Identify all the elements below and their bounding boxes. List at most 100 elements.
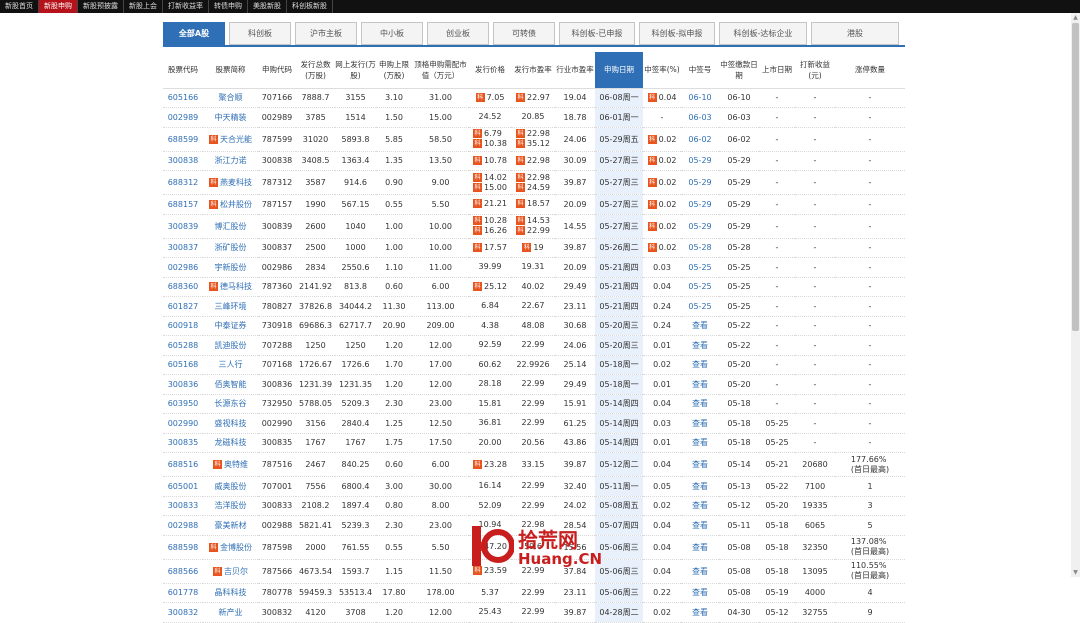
stock-code-link[interactable]: 002986 xyxy=(168,263,199,272)
win-number-link[interactable]: 查看 xyxy=(692,482,708,491)
stock-name-link[interactable]: 中泰证券 xyxy=(215,321,247,330)
stock-name-link[interactable]: 凯迪股份 xyxy=(215,341,247,350)
stock-code-link[interactable]: 605168 xyxy=(168,360,199,369)
stock-name-link[interactable]: 燕麦科技 xyxy=(220,178,252,187)
win-number-link[interactable]: 05-29 xyxy=(688,200,711,209)
top-nav-item[interactable]: 新股申购 xyxy=(39,0,78,13)
stock-code-link[interactable]: 605288 xyxy=(168,341,199,350)
scroll-down-arrow-icon[interactable]: ▼ xyxy=(1071,568,1080,577)
stock-code-link[interactable]: 605001 xyxy=(168,482,199,491)
stock-code-link[interactable]: 688599 xyxy=(168,135,199,144)
market-tab[interactable]: 科创板-拟申报 xyxy=(639,22,715,45)
win-number-link[interactable]: 05-25 xyxy=(688,282,711,291)
market-tab[interactable]: 创业板 xyxy=(427,22,489,45)
column-header[interactable]: 上市日期 xyxy=(759,52,795,89)
win-number-link[interactable]: 06-03 xyxy=(688,113,711,122)
win-number-link[interactable]: 查看 xyxy=(692,419,708,428)
column-header[interactable]: 中签缴款日期 xyxy=(719,52,759,89)
market-tab[interactable]: 科创板-已申报 xyxy=(559,22,635,45)
market-tab[interactable]: 科创板 xyxy=(229,22,291,45)
top-nav-item[interactable]: 美股新股 xyxy=(248,0,287,13)
stock-name-link[interactable]: 中天精装 xyxy=(215,113,247,122)
win-number-link[interactable]: 查看 xyxy=(692,588,708,597)
stock-name-link[interactable]: 松井股份 xyxy=(220,200,252,209)
stock-code-link[interactable]: 688157 xyxy=(168,200,199,209)
stock-code-link[interactable]: 601827 xyxy=(168,302,199,311)
column-header[interactable]: 申购代码 xyxy=(258,52,296,89)
top-nav-item[interactable]: 新股首页 xyxy=(0,0,39,13)
column-header[interactable]: 涨停数量 xyxy=(835,52,905,89)
column-header[interactable]: 中签号 xyxy=(681,52,719,89)
stock-code-link[interactable]: 600918 xyxy=(168,321,199,330)
market-tab[interactable]: 可转债 xyxy=(493,22,555,45)
stock-code-link[interactable]: 300832 xyxy=(168,608,199,617)
column-header[interactable]: 发行价格 xyxy=(469,52,511,89)
stock-code-link[interactable]: 300835 xyxy=(168,438,199,447)
stock-name-link[interactable]: 豪美新材 xyxy=(215,521,247,530)
market-tab[interactable]: 港股 xyxy=(811,22,899,45)
stock-name-link[interactable]: 浙矿股份 xyxy=(215,243,247,252)
stock-code-link[interactable]: 002990 xyxy=(168,419,199,428)
win-number-link[interactable]: 查看 xyxy=(692,360,708,369)
stock-name-link[interactable]: 德马科技 xyxy=(220,282,252,291)
column-header[interactable]: 股票简称 xyxy=(203,52,258,89)
stock-name-link[interactable]: 三人行 xyxy=(219,360,243,369)
stock-code-link[interactable]: 688598 xyxy=(168,543,199,552)
top-nav-item[interactable]: 新股上会 xyxy=(124,0,163,13)
win-number-link[interactable]: 查看 xyxy=(692,460,708,469)
stock-name-link[interactable]: 佰奥智能 xyxy=(215,380,247,389)
win-number-link[interactable]: 06-02 xyxy=(688,135,711,144)
stock-name-link[interactable]: 吉贝尔 xyxy=(224,567,248,576)
column-header[interactable]: 申购日期 xyxy=(595,52,643,89)
stock-code-link[interactable]: 605166 xyxy=(168,93,199,102)
stock-name-link[interactable]: 聚合顺 xyxy=(219,93,243,102)
top-nav-item[interactable]: 新股预披露 xyxy=(78,0,124,13)
stock-code-link[interactable]: 300836 xyxy=(168,380,199,389)
win-number-link[interactable]: 查看 xyxy=(692,380,708,389)
win-number-link[interactable]: 查看 xyxy=(692,501,708,510)
stock-name-link[interactable]: 晶科科技 xyxy=(215,588,247,597)
stock-code-link[interactable]: 688566 xyxy=(168,567,199,576)
scroll-up-arrow-icon[interactable]: ▲ xyxy=(1071,13,1080,22)
stock-name-link[interactable]: 天合光能 xyxy=(220,135,252,144)
column-header[interactable]: 行业市盈率 xyxy=(555,52,595,89)
win-number-link[interactable]: 05-29 xyxy=(688,178,711,187)
win-number-link[interactable]: 查看 xyxy=(692,521,708,530)
win-number-link[interactable]: 查看 xyxy=(692,567,708,576)
stock-code-link[interactable]: 688360 xyxy=(168,282,199,291)
stock-name-link[interactable]: 博汇股份 xyxy=(215,222,247,231)
top-nav-item[interactable]: 打新收益率 xyxy=(163,0,209,13)
stock-name-link[interactable]: 威奥股份 xyxy=(215,482,247,491)
win-number-link[interactable]: 查看 xyxy=(692,608,708,617)
scrollbar-thumb[interactable] xyxy=(1072,23,1079,331)
stock-name-link[interactable]: 奥特维 xyxy=(224,460,248,469)
stock-code-link[interactable]: 300839 xyxy=(168,222,199,231)
win-number-link[interactable]: 05-29 xyxy=(688,222,711,231)
stock-name-link[interactable]: 浩洋股份 xyxy=(215,501,247,510)
stock-name-link[interactable]: 三峰环境 xyxy=(215,302,247,311)
win-number-link[interactable]: 查看 xyxy=(692,543,708,552)
market-tab[interactable]: 沪市主板 xyxy=(295,22,357,45)
column-header[interactable]: 发行市盈率 xyxy=(511,52,555,89)
column-header[interactable]: 网上发行(万股) xyxy=(335,52,376,89)
column-header[interactable]: 申购上限(万股) xyxy=(376,52,412,89)
column-header[interactable]: 打新收益(元) xyxy=(795,52,835,89)
stock-name-link[interactable]: 宇新股份 xyxy=(215,263,247,272)
win-number-link[interactable]: 查看 xyxy=(692,399,708,408)
win-number-link[interactable]: 05-29 xyxy=(688,156,711,165)
stock-name-link[interactable]: 金博股份 xyxy=(220,543,252,552)
stock-code-link[interactable]: 688312 xyxy=(168,178,199,187)
top-nav-item[interactable]: 科创板新股 xyxy=(287,0,333,13)
top-nav-item[interactable]: 转债申购 xyxy=(209,0,248,13)
stock-code-link[interactable]: 688516 xyxy=(168,460,199,469)
stock-code-link[interactable]: 300838 xyxy=(168,156,199,165)
stock-name-link[interactable]: 新产业 xyxy=(219,608,243,617)
stock-code-link[interactable]: 002989 xyxy=(168,113,199,122)
win-number-link[interactable]: 05-28 xyxy=(688,243,711,252)
win-number-link[interactable]: 查看 xyxy=(692,341,708,350)
market-tab[interactable]: 科创板-达标企业 xyxy=(719,22,807,45)
column-header[interactable]: 顶格申购需配市值（万元） xyxy=(412,52,469,89)
win-number-link[interactable]: 05-25 xyxy=(688,302,711,311)
stock-code-link[interactable]: 300833 xyxy=(168,501,199,510)
stock-name-link[interactable]: 浙江力诺 xyxy=(215,156,247,165)
